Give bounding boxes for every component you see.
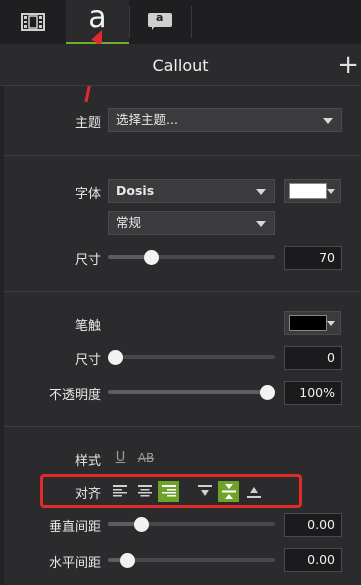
stroke-label: 笔触: [74, 319, 101, 334]
opacity-label: 不透明度: [48, 388, 101, 403]
opacity-slider[interactable]: [108, 390, 275, 394]
section-divider: [4, 291, 361, 292]
tab-separator: [191, 6, 192, 38]
callout-icon: a: [148, 11, 172, 31]
theme-label: 主题: [74, 116, 101, 131]
annotation-highlight-box: [40, 474, 302, 508]
horizontal-spacing-input[interactable]: 0.00: [284, 548, 342, 572]
stroke-size-slider[interactable]: [108, 355, 275, 359]
font-style-dropdown[interactable]: 常规: [108, 211, 275, 235]
stroke-size-slider-knob[interactable]: [108, 350, 123, 365]
horizontal-spacing-label: 水平间距: [48, 556, 101, 571]
tab-media[interactable]: [0, 0, 66, 44]
add-plus-icon[interactable]: +: [337, 52, 359, 78]
opacity-slider-knob[interactable]: [260, 385, 275, 400]
chevron-down-icon: [256, 189, 266, 195]
font-style-value: 常规: [116, 215, 142, 230]
panel-title: Callout: [152, 56, 209, 75]
opacity-input[interactable]: 100%: [284, 381, 342, 405]
section-divider: [4, 426, 361, 427]
underline-button[interactable]: U: [110, 447, 131, 468]
theme-dropdown-value: 选择主题...: [116, 112, 178, 127]
slider-fill: [108, 390, 268, 394]
section-divider: [4, 155, 361, 156]
text-a-icon: a: [88, 0, 107, 35]
font-size-input[interactable]: 70: [284, 246, 342, 270]
chevron-down-icon: [323, 118, 333, 124]
stroke-color-swatch: [289, 315, 327, 331]
font-color-picker[interactable]: [284, 179, 341, 203]
horizontal-spacing-slider-knob[interactable]: [120, 553, 136, 568]
stroke-color-picker[interactable]: [284, 311, 341, 335]
strikethrough-button[interactable]: AB: [133, 447, 159, 468]
chevron-down-icon: [327, 321, 335, 326]
font-size-label: 尺寸: [74, 253, 101, 268]
font-size-slider[interactable]: [108, 255, 275, 259]
stroke-size-label: 尺寸: [74, 353, 101, 368]
font-family-dropdown[interactable]: Dosis: [108, 179, 275, 203]
vertical-spacing-input[interactable]: 0.00: [284, 513, 342, 537]
chevron-down-icon: [256, 221, 266, 227]
style-label: 样式: [74, 454, 101, 469]
tab-callout[interactable]: a: [129, 0, 191, 44]
font-label: 字体: [74, 187, 101, 202]
chevron-down-icon: [327, 189, 335, 194]
stroke-size-input[interactable]: 0: [284, 346, 342, 370]
panel-left-edge: [0, 44, 4, 585]
vertical-spacing-slider-knob[interactable]: [133, 517, 149, 532]
font-size-slider-knob[interactable]: [144, 250, 160, 265]
font-color-swatch: [289, 183, 327, 199]
theme-dropdown[interactable]: 选择主题...: [108, 108, 342, 132]
font-family-value: Dosis: [116, 183, 155, 198]
vertical-spacing-label: 垂直间距: [48, 520, 101, 535]
film-icon: [21, 13, 45, 31]
